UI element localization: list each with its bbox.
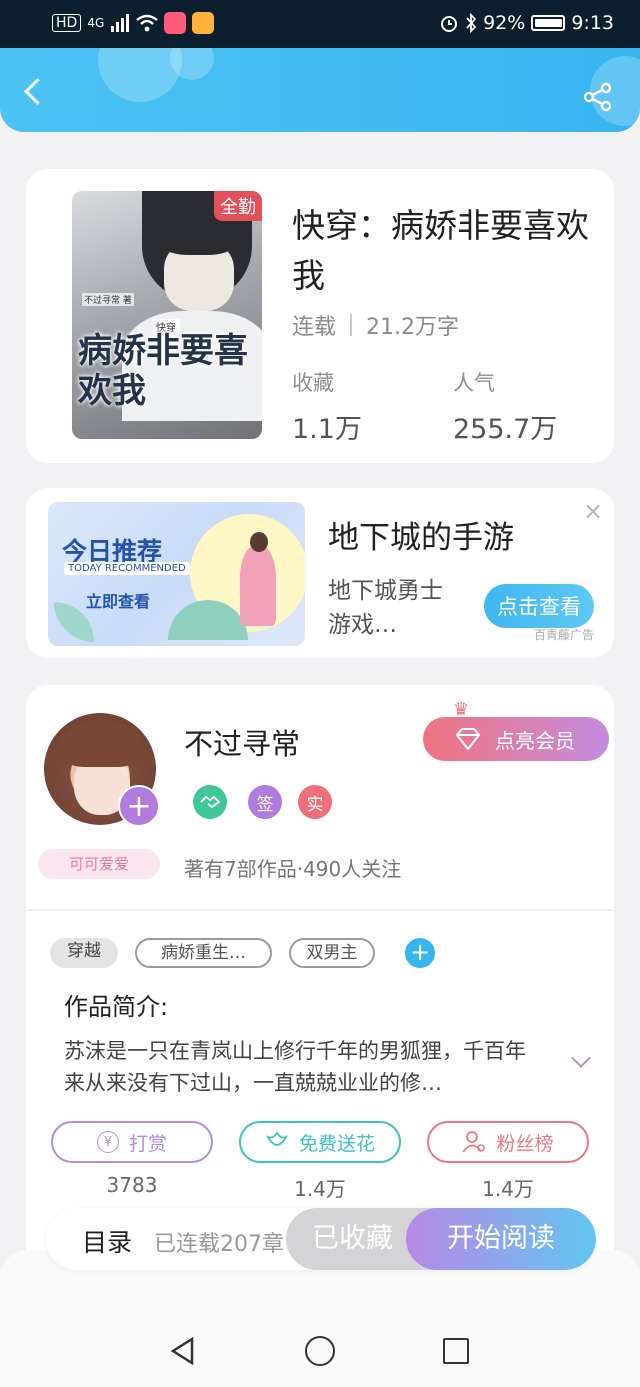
verified-author-badge: 实 [298,785,332,819]
yen-icon: ¥ [96,1131,119,1153]
fan-ranking-label: 粉丝榜 [496,1132,554,1155]
ad-art-girl [240,546,276,626]
collect-value: 1.1万 [292,414,362,445]
tag-chip[interactable]: 双男主 [289,938,375,968]
section-divider [26,909,614,911]
flower-icon [265,1131,289,1146]
wifi-icon [136,14,158,32]
meta-divider [350,314,353,336]
book-title: 快穿：病娇非要喜欢我 [292,206,589,295]
fan-ranking-icon [462,1131,486,1153]
alarm-icon [441,16,458,32]
ad-view-button[interactable]: 点击查看 [484,584,594,628]
status-right: 92% 9:13 [439,12,614,34]
nav-home-icon[interactable] [305,1336,335,1366]
fan-ranking-button[interactable]: 粉丝榜 [427,1121,589,1163]
popularity-value: 255.7万 [453,414,558,445]
status-bar: HD 4G 92% 9:13 [0,0,640,48]
ad-image-cta: 立即查看 [86,592,151,611]
start-reading-button[interactable]: 开始阅读 [406,1208,596,1270]
book-cover[interactable]: 不过寻常 著 快穿 病娇非要喜欢我 全勤 [72,191,262,439]
app-notification-icon [164,12,187,34]
battery-icon [531,15,566,31]
reward-label: 打赏 [128,1132,167,1155]
ad-image-sub: TODAY RECOMMENDED [64,562,190,575]
diamond-icon [455,728,481,751]
book-status: 连载 [292,315,337,340]
bottom-action-bar: 目录 已连载207章 已收藏 开始阅读 [46,1208,596,1270]
hd-icon: HD [52,14,82,32]
light-up-vip-button[interactable]: 点亮会员 [423,717,609,761]
signed-author-badge: 签 [248,785,282,819]
collect-label: 收藏 [292,371,334,395]
share-icon[interactable] [582,82,614,112]
signal-label: 4G [87,16,105,30]
follow-author-button[interactable]: + [118,785,160,827]
word-count: 21.2万字 [366,315,460,340]
reward-count: 3783 [106,1173,158,1197]
signal-icon [111,14,130,32]
clock: 9:13 [571,12,614,34]
app-notification-icon-2 [192,12,215,34]
handshake-icon [193,785,227,819]
ad-card[interactable]: 今日推荐 TODAY RECOMMENDED 立即查看 地下城的手游 地下城勇士… [26,488,614,658]
nav-back-icon[interactable] [170,1336,196,1366]
send-flower-label: 免费送花 [298,1132,375,1155]
author-tag: 可可爱爱 [38,849,160,879]
author-name[interactable]: 不过寻常 [184,721,300,763]
tag-chip[interactable]: 病娇重生… [135,938,272,968]
popularity-label: 人气 [453,371,495,395]
send-flower-button[interactable]: 免费送花 [239,1121,401,1163]
ad-source: 百青藤广告 [534,628,595,642]
tag-chip[interactable]: 穿越 [50,938,118,968]
ad-title: 地下城的手游 [328,520,514,556]
vip-button-label: 点亮会员 [495,728,575,753]
flower-count: 1.4万 [294,1177,346,1201]
add-tag-button[interactable]: + [405,938,435,968]
chevron-down-icon[interactable] [570,1051,592,1073]
ad-image[interactable]: 今日推荐 TODAY RECOMMENDED 立即查看 [48,502,305,646]
status-left: HD 4G [52,12,215,34]
bluetooth-icon [466,13,477,33]
close-icon[interactable]: × [582,499,604,523]
book-meta: 连载 21.2万字 [292,309,459,341]
ad-description: 地下城勇士游戏… [328,578,443,638]
system-nav-bar [0,1250,640,1387]
full-attendance-badge: 全勤 [214,191,262,221]
battery-percent: 92% [483,12,526,34]
author-works-info: 著有7部作品·490人关注 [184,857,402,881]
cover-title: 病娇非要喜欢我 [78,331,248,411]
back-button[interactable] [20,74,50,110]
reward-button[interactable]: ¥ 打赏 [51,1121,213,1163]
intro-text[interactable]: 苏沫是一只在青岚山上修行千年的男狐狸，千百年来从来没有下过山，一直兢兢业业的修… [64,1035,544,1099]
table-of-contents-button[interactable]: 目录 [82,1223,132,1259]
top-header [0,48,640,132]
ad-art-girl-head [250,532,268,552]
fan-count: 1.4万 [482,1177,534,1201]
intro-title: 作品简介: [64,993,169,1021]
nav-recent-icon[interactable] [443,1338,469,1364]
book-info-card: 不过寻常 著 快穿 病娇非要喜欢我 全勤 快穿：病娇非要喜欢我 连载 21.2万… [26,169,614,463]
avatar-art-hair [60,721,142,767]
cover-author: 不过寻常 著 [82,293,134,306]
serial-chapters: 已连载207章 [154,1232,284,1257]
